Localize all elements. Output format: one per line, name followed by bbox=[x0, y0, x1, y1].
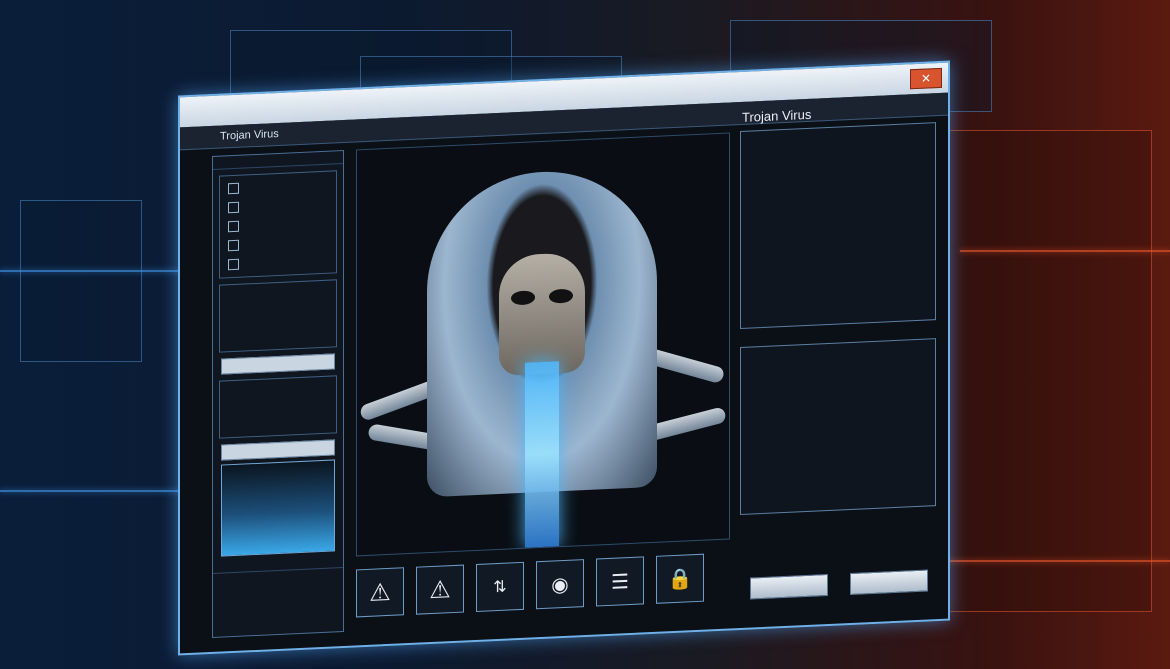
info-details bbox=[740, 122, 936, 330]
close-button[interactable]: ✕ bbox=[910, 67, 942, 90]
document-icon[interactable]: ☰ bbox=[596, 556, 644, 607]
application-window: ✕ Trojan Virus ⚠ ⚠ ⇅ ◉ ☰ 🔒 Trojan Virus bbox=[178, 60, 950, 656]
mask-eye bbox=[511, 290, 535, 306]
info-panel: Trojan Virus bbox=[740, 99, 936, 608]
checkbox-icon[interactable] bbox=[228, 201, 239, 214]
message-panel bbox=[740, 338, 936, 516]
checkbox-icon[interactable] bbox=[228, 239, 239, 252]
sidebar-item[interactable] bbox=[220, 250, 336, 274]
sidebar-options bbox=[219, 279, 337, 353]
activity-graph bbox=[221, 459, 335, 557]
info-line bbox=[749, 132, 927, 140]
background-panel-red bbox=[940, 130, 1152, 612]
warning-icon[interactable]: ⚠ bbox=[356, 567, 404, 618]
sidebar-footer bbox=[213, 555, 343, 574]
sidebar-header bbox=[213, 151, 343, 170]
sidebar bbox=[212, 149, 344, 638]
left-action-button[interactable] bbox=[750, 574, 828, 600]
info-line bbox=[749, 132, 927, 140]
mask-eye bbox=[549, 288, 573, 304]
sidebar-group bbox=[219, 170, 337, 279]
background-panel-far-left bbox=[20, 200, 142, 362]
sidebar-input[interactable] bbox=[221, 353, 335, 375]
sidebar-input[interactable] bbox=[221, 439, 335, 461]
info-mid-label bbox=[749, 150, 927, 158]
info-foot-label bbox=[749, 172, 927, 180]
info-line bbox=[749, 132, 927, 140]
lock-icon[interactable]: 🔒 bbox=[656, 553, 704, 604]
checkbox-icon[interactable] bbox=[228, 182, 239, 195]
skull-mask bbox=[499, 252, 585, 376]
right-action-button[interactable] bbox=[850, 569, 928, 596]
threat-image-panel bbox=[356, 132, 730, 557]
globe-icon[interactable]: ◉ bbox=[536, 559, 584, 610]
arrows-icon[interactable]: ⇅ bbox=[476, 561, 524, 612]
info-line bbox=[749, 132, 927, 140]
checkbox-icon[interactable] bbox=[228, 220, 239, 233]
sidebar-list bbox=[219, 375, 337, 439]
warning-icon[interactable]: ⚠ bbox=[416, 564, 464, 615]
background-line-red bbox=[960, 250, 1170, 252]
checkbox-icon[interactable] bbox=[228, 258, 239, 271]
toolbar: ⚠ ⚠ ⇅ ◉ ☰ 🔒 bbox=[356, 547, 728, 624]
data-stream bbox=[525, 361, 559, 548]
